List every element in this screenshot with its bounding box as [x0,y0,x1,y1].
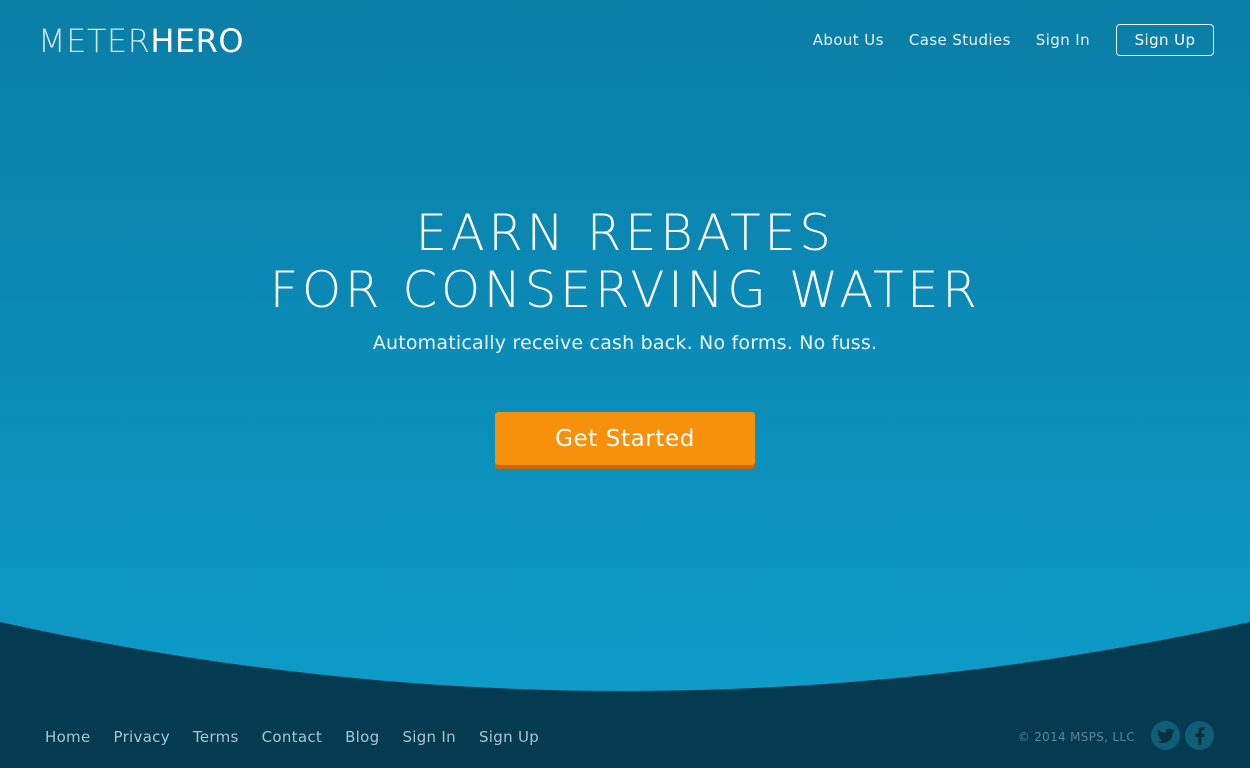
hero-headline: EARN REBATES FOR CONSERVING WATER [0,205,1250,319]
facebook-link[interactable] [1185,721,1214,750]
landing-page: METERHERO About Us Case Studies Sign In … [0,0,1250,768]
footer-link-terms[interactable]: Terms [193,727,239,747]
footer-link-contact[interactable]: Contact [262,727,322,747]
nav-case-studies[interactable]: Case Studies [909,24,1011,56]
logo-hero: HERO [150,22,245,60]
logo[interactable]: METERHERO [38,22,244,60]
top-nav: About Us Case Studies Sign In Sign Up [788,24,1214,56]
nav-sign-up-button[interactable]: Sign Up [1116,24,1214,56]
hero-subhead: Automatically receive cash back. No form… [372,332,878,354]
get-started-button[interactable]: Get Started [495,412,755,465]
logo-meter: METER [38,22,151,60]
footer-link-sign-in[interactable]: Sign In [402,727,456,747]
twitter-icon [1156,728,1175,743]
footer-link-blog[interactable]: Blog [345,727,379,747]
footer-link-home[interactable]: Home [45,727,91,747]
footer-link-sign-up[interactable]: Sign Up [479,727,539,747]
facebook-icon [1195,726,1205,745]
hero-section: EARN REBATES FOR CONSERVING WATER Automa… [0,205,1250,355]
site-header: METERHERO About Us Case Studies Sign In … [0,0,1250,82]
nav-about-us[interactable]: About Us [813,24,884,56]
twitter-link[interactable] [1151,721,1180,750]
nav-sign-in[interactable]: Sign In [1036,24,1090,56]
footer-link-privacy[interactable]: Privacy [114,727,170,747]
hero-headline-line1: EARN REBATES [415,204,835,262]
copyright: © 2014 MSPS, LLC [1017,730,1135,744]
hero-headline-line2: FOR CONSERVING WATER [269,261,981,319]
footer-nav: Home Privacy Terms Contact Blog Sign In … [45,727,562,747]
